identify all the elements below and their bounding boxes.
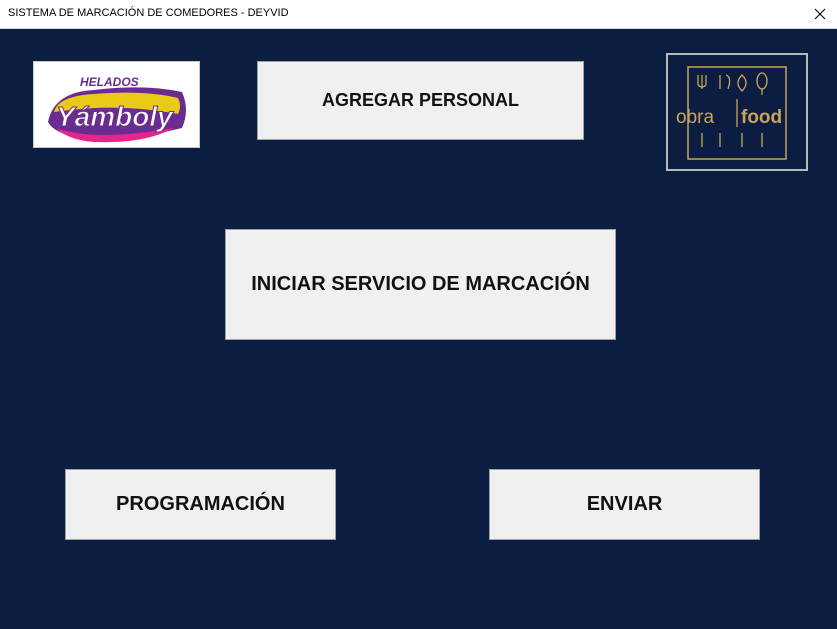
obrafood-word-food: food [741,107,782,128]
yamboly-logo: HELADOS Yámboly [33,61,200,148]
yamboly-brand: Yámboly [56,101,174,132]
yamboly-tagline: HELADOS [80,75,139,89]
close-icon [814,8,826,20]
start-marking-service-button[interactable]: INICIAR SERVICIO DE MARCACIÓN [225,229,616,340]
send-button[interactable]: ENVIAR [489,469,760,540]
add-personnel-button[interactable]: AGREGAR PERSONAL [257,61,584,140]
window-title: SISTEMA DE MARCACIÓN DE COMEDORES - DEYV… [8,7,289,19]
yamboly-logo-graphic: HELADOS Yámboly [48,75,186,143]
main-panel: HELADOS Yámboly AGREGAR PERSONAL obra fo… [0,29,837,629]
title-bar: SISTEMA DE MARCACIÓN DE COMEDORES - DEYV… [0,0,837,29]
obrafood-logo: obra food [666,53,808,171]
obrafood-word-obra: obra [676,107,714,128]
close-button[interactable] [803,0,837,28]
app-window: SISTEMA DE MARCACIÓN DE COMEDORES - DEYV… [0,0,837,629]
obrafood-logo-graphic: obra food [676,66,787,160]
schedule-button[interactable]: PROGRAMACIÓN [65,469,336,540]
